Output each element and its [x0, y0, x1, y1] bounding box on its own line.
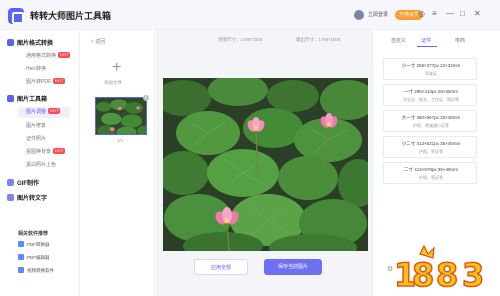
app-logo-icon: [8, 8, 24, 24]
sidebar-item-cutout[interactable]: 抠图换背景 HOT: [26, 148, 66, 155]
preset-note: 护照、港澳通行证等: [413, 123, 449, 128]
menu-icon[interactable]: ≡: [432, 9, 437, 19]
preset-note: 护照、签证等: [419, 149, 443, 154]
sidebar-item-label: 图片转PDF: [26, 79, 52, 85]
preset-name: 小一寸 259×377px 22×32mm: [401, 63, 461, 68]
sidebar-item-general-convert[interactable]: 通用格式转换 HOT: [26, 52, 71, 59]
preset-large-one-inch[interactable]: 大一寸 390×567px 33×48mm 护照、港澳通行证等: [383, 110, 477, 132]
sidebar-item-heic[interactable]: Heic转换: [26, 65, 46, 72]
target-icon[interactable]: ◎: [418, 9, 425, 19]
close-icon[interactable]: ✕: [474, 9, 481, 19]
sidebar-section-label: GIF制作: [17, 181, 39, 187]
sidebar-item-label: 图片修复: [26, 123, 47, 129]
tab-id-photo[interactable]: 证件: [421, 37, 431, 44]
preset-one-inch[interactable]: 一寸 295×413px 25×35mm 毕业证、报名、工作证、简历等: [383, 84, 477, 106]
svg-text:8: 8: [412, 256, 434, 292]
minimize-icon[interactable]: —: [446, 9, 454, 19]
recommend-label: 视频转换软件: [27, 268, 54, 273]
video-icon: [18, 267, 24, 273]
sidebar-item-label: 图片调整: [26, 109, 47, 115]
watermark-logo: 1 8 8 3: [393, 244, 485, 292]
recommend-title: 相关软件推荐: [18, 231, 49, 237]
thumbnail-lotus-image: [96, 98, 146, 134]
sidebar-section-label: 图片格式转换: [17, 41, 54, 47]
hot-badge: HOT: [58, 52, 71, 58]
sidebar-item-colorize[interactable]: 黑白照片上色: [26, 161, 56, 168]
app-title: 转转大师图片工具箱: [30, 11, 112, 21]
output-size: 输出尺寸：1768*1500: [296, 37, 341, 42]
preset-small-two-inch[interactable]: 小二寸 413×531px 35×45mm 护照、签证等: [383, 136, 477, 158]
sidebar-item-image-adjust[interactable]: 图片调整 HOT: [18, 107, 70, 118]
recommend-pdf-editor[interactable]: PDF编辑器: [18, 253, 70, 263]
sidebar-section-label: 图片工具箱: [17, 97, 48, 103]
thumbnail-panel: < 返回 + 添加文件 ✕ 1/1: [81, 30, 155, 296]
preset-small-one-inch[interactable]: 小一寸 259×377px 22×32mm 驾驶证: [383, 58, 477, 80]
original-size: 原图尺寸：1768*1500: [218, 37, 263, 42]
sidebar-section-ocr[interactable]: 图片转文字: [7, 193, 47, 202]
user-avatar[interactable]: [354, 10, 364, 20]
hot-badge: HOT: [48, 108, 61, 114]
add-file-label: 添加文件: [104, 80, 122, 85]
hot-badge: HOT: [53, 148, 66, 154]
preset-name: 一寸 295×413px 25×35mm: [403, 89, 459, 94]
back-button[interactable]: < 返回: [91, 38, 105, 45]
save-current-button[interactable]: 保存当前图片: [264, 259, 322, 275]
svg-text:3: 3: [462, 256, 484, 292]
lotus-pond-image: [163, 78, 368, 251]
tab-custom[interactable]: 自定义: [391, 37, 406, 44]
sidebar-item-label: 通用格式转换: [26, 53, 57, 59]
preset-name: 二寸 413×579px 35×49mm: [403, 167, 459, 172]
svg-text:8: 8: [436, 256, 458, 292]
sidebar-item-label: 证件照片: [26, 136, 47, 142]
image-thumbnail[interactable]: [95, 97, 147, 135]
preview-area: 原图尺寸：1768*1500 输出尺寸：1768*1500 应用全部 保存当前图…: [156, 30, 372, 296]
toolbox-icon: [7, 95, 14, 102]
gif-icon: [7, 179, 14, 186]
preset-two-inch[interactable]: 二寸 413×579px 35×49mm 护照、签证等: [383, 162, 477, 184]
preset-name: 小二寸 413×531px 35×45mm: [401, 141, 461, 146]
sidebar-section-format[interactable]: 图片格式转换: [7, 38, 53, 47]
pdf-icon: [18, 241, 24, 247]
sidebar-section-toolbox[interactable]: 图片工具箱: [7, 94, 47, 103]
preset-note: 毕业证、报名、工作证、简历等: [403, 97, 459, 102]
maximize-icon[interactable]: □: [460, 9, 465, 19]
pdf-icon: [18, 254, 24, 260]
login-link[interactable]: 立即登录: [368, 11, 388, 18]
apply-all-button[interactable]: 应用全部: [194, 259, 248, 275]
sidebar-item-label: 抠图换背景: [26, 149, 52, 155]
sidebar-section-gif[interactable]: GIF制作: [7, 178, 39, 187]
add-file-button[interactable]: + 添加文件: [100, 60, 136, 96]
recommend-pdf-converter[interactable]: PDF转换器: [18, 240, 70, 250]
sidebar-item-label: Heic转换: [26, 66, 47, 72]
plus-icon: +: [112, 59, 122, 76]
title-bar: 转转大师图片工具箱 立即登录 开通会员 ◎ ≡ — □ ✕: [0, 0, 500, 30]
thumbnail-caption: 1/1: [117, 138, 124, 143]
preset-name: 大一寸 390×567px 33×48mm: [401, 115, 461, 120]
hot-badge: HOT: [53, 78, 66, 84]
format-icon: [7, 39, 14, 46]
preset-note: 护照、签证等: [419, 175, 443, 180]
text-icon: [7, 194, 14, 201]
sidebar-item-label: 黑白照片上色: [26, 162, 57, 168]
image-canvas[interactable]: [163, 78, 368, 251]
sidebar-section-label: 图片转文字: [17, 196, 48, 202]
tab-ecommerce[interactable]: 电商: [455, 37, 465, 44]
sidebar-item-image-repair[interactable]: 图片修复: [26, 122, 46, 129]
sidebar-item-img-to-pdf[interactable]: 图片转PDF HOT: [26, 78, 66, 85]
recommend-video-converter[interactable]: 视频转换软件: [18, 266, 70, 276]
sidebar: 图片格式转换 通用格式转换 HOT Heic转换 图片转PDF HOT 图片工具箱 …: [0, 30, 80, 296]
recommend-label: PDF转换器: [27, 242, 50, 247]
active-tab-indicator: [417, 46, 437, 47]
sidebar-item-id-photo[interactable]: 证件照片: [26, 135, 46, 142]
preset-note: 驾驶证: [425, 71, 437, 76]
app-window: 转转大师图片工具箱 立即登录 开通会员 ◎ ≡ — □ ✕ 图片格式转换 通用格…: [0, 0, 500, 296]
recommend-label: PDF编辑器: [27, 255, 50, 260]
remove-thumbnail-icon[interactable]: ✕: [143, 95, 149, 101]
